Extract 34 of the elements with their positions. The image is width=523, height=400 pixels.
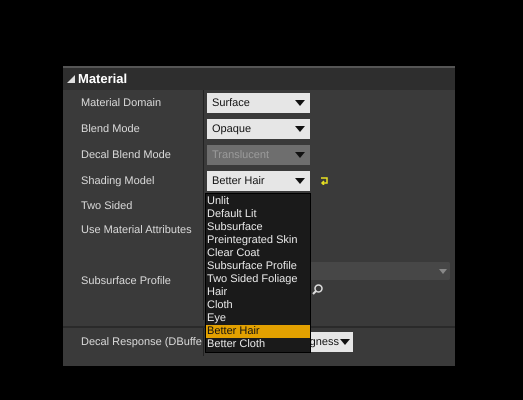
menu-item[interactable]: Default Lit	[206, 208, 310, 221]
property-label: Blend Mode	[81, 122, 140, 137]
property-label: Decal Response (DBuffe	[81, 334, 202, 350]
dropdown[interactable]: Opaque	[207, 119, 310, 139]
menu-item[interactable]: Clear Coat	[206, 247, 310, 260]
menu-item[interactable]: Preintegrated Skin	[206, 234, 310, 247]
dropdown-arrow-icon	[295, 100, 305, 106]
dropdown[interactable]: Better Hair	[207, 171, 310, 191]
dropdown-arrow-icon	[295, 152, 305, 158]
section-header[interactable]: Material	[63, 68, 455, 90]
menu-item[interactable]: Better Cloth	[206, 338, 310, 351]
menu-item[interactable]: Eye	[206, 312, 310, 325]
menu-item[interactable]: Two Sided Foliage	[206, 273, 310, 286]
property-label: Shading Model	[81, 174, 154, 189]
dropdown-arrow-icon	[340, 339, 350, 345]
reset-icon[interactable]	[320, 177, 329, 185]
menu-item[interactable]: Subsurface Profile	[206, 260, 310, 273]
property-label: Use Material Attributes	[81, 222, 192, 238]
dropdown-arrow-icon	[439, 268, 447, 274]
dropdown-arrow-icon	[295, 178, 305, 184]
menu-item[interactable]: Subsurface	[206, 221, 310, 234]
search-icon[interactable]	[312, 284, 323, 295]
menu-item[interactable]: Hair	[206, 286, 310, 299]
property-label: Material Domain	[81, 96, 162, 111]
section-title: Material	[78, 70, 128, 88]
dropdown-arrow-icon	[295, 126, 305, 132]
collapse-arrow-icon[interactable]	[67, 75, 75, 83]
menu-item[interactable]: Cloth	[206, 299, 310, 312]
menu-item[interactable]: Better Hair	[206, 325, 310, 338]
property-label: Subsurface Profile	[81, 274, 171, 289]
property-label: Two Sided	[81, 198, 132, 214]
dropdown[interactable]: Surface	[207, 93, 310, 113]
menu-item[interactable]: Unlit	[206, 195, 310, 208]
property-label: Decal Blend Mode	[81, 148, 171, 163]
